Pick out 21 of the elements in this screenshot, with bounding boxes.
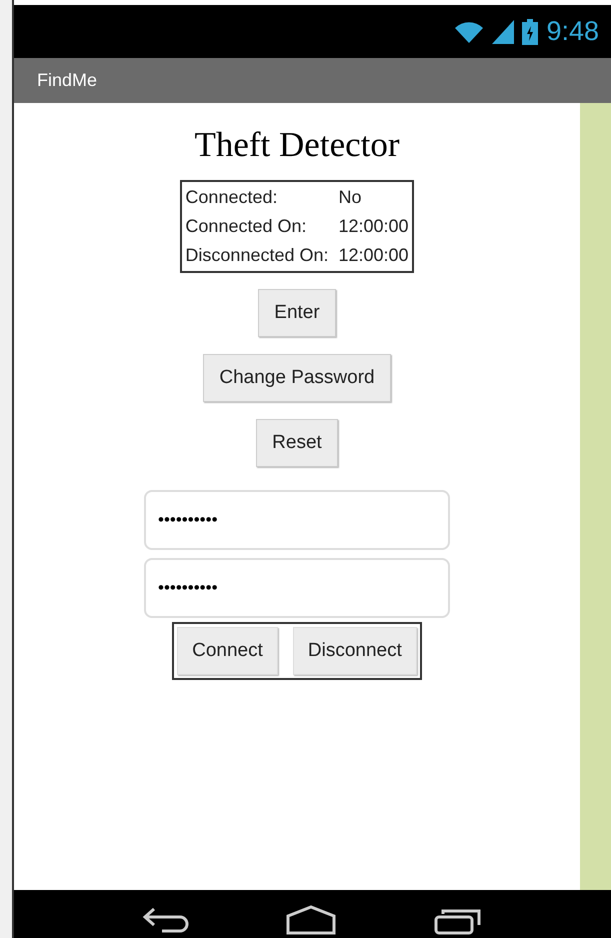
connection-button[interactable]: Disconnect [292,627,417,675]
status-value: No [338,186,363,209]
status-label: Disconnected On: [185,244,328,267]
signal-icon [492,20,514,44]
action-button[interactable]: Reset [256,419,338,467]
wifi-icon [454,20,484,44]
status-value: 12:00:00 [338,244,409,267]
status-label: Connected: [185,186,278,209]
action-button[interactable]: Enter [258,289,336,337]
back-icon[interactable] [142,905,190,935]
app-title: FindMe [37,69,98,92]
connection-button[interactable]: Connect [177,627,278,675]
status-time: 9:48 [546,15,599,48]
status-value: 12:00:00 [338,215,409,238]
action-button[interactable]: Change Password [203,354,391,402]
home-icon[interactable] [285,905,338,935]
password-field[interactable]: •••••••••• [144,490,450,550]
battery-icon [522,18,538,44]
status-label: Connected On: [185,215,308,238]
password-field[interactable]: •••••••••• [144,558,450,618]
app-heading: Theft Detector [194,125,400,165]
